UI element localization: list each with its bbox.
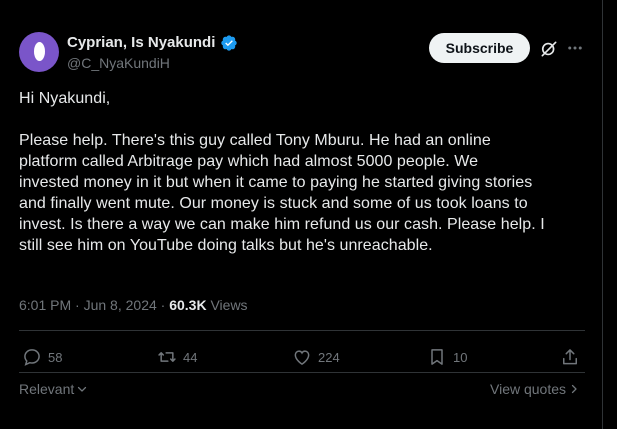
bookmark-button[interactable]: 10: [427, 346, 467, 368]
views-label: Views: [210, 297, 248, 313]
tweet-meta: 6:01 PM · Jun 8, 2024 · 60.3K Views: [19, 297, 248, 313]
reply-icon: [24, 349, 40, 366]
share-button[interactable]: [560, 346, 586, 368]
tweet-text: Hi Nyakundi, Please help. There's this g…: [19, 90, 545, 254]
divider-bottom: [19, 372, 585, 373]
column-divider: [602, 0, 603, 429]
verified-badge-icon: [221, 35, 237, 51]
view-quotes-link[interactable]: View quotes: [490, 381, 580, 397]
avatar[interactable]: [19, 32, 59, 72]
subscribe-button[interactable]: Subscribe: [429, 33, 530, 63]
repost-count: 44: [183, 349, 198, 365]
more-options-icon[interactable]: [566, 39, 584, 57]
repost-icon: [158, 352, 176, 362]
tweet-time[interactable]: 6:01 PM: [19, 297, 71, 313]
like-button[interactable]: 224: [292, 346, 340, 368]
author-handle[interactable]: @C_NyaKundiH: [67, 55, 170, 71]
tweet-date[interactable]: Jun 8, 2024: [84, 297, 157, 313]
sort-replies-dropdown[interactable]: Relevant: [19, 381, 88, 397]
heart-icon: [294, 350, 310, 365]
chevron-right-icon: [571, 384, 577, 394]
bookmark-count: 10: [453, 349, 468, 365]
author-display-name[interactable]: Cyprian, Is Nyakundi: [67, 34, 215, 51]
tweet-page: Cyprian, Is Nyakundi @C_NyaKundiH Subscr…: [0, 0, 617, 429]
meta-separator: ·: [75, 297, 84, 313]
meta-separator: ·: [160, 297, 170, 313]
like-count: 224: [318, 349, 340, 365]
grok-icon[interactable]: [539, 39, 559, 59]
sort-label: Relevant: [19, 381, 75, 397]
chevron-down-icon: [78, 386, 87, 392]
repost-button[interactable]: 44: [157, 346, 197, 368]
reply-count: 58: [48, 349, 63, 365]
reply-button[interactable]: 58: [22, 346, 62, 368]
views-count: 60.3K: [169, 297, 207, 313]
share-icon: [563, 349, 577, 365]
view-quotes-label: View quotes: [490, 381, 567, 397]
divider-top: [19, 330, 585, 331]
bookmark-icon: [431, 349, 443, 365]
